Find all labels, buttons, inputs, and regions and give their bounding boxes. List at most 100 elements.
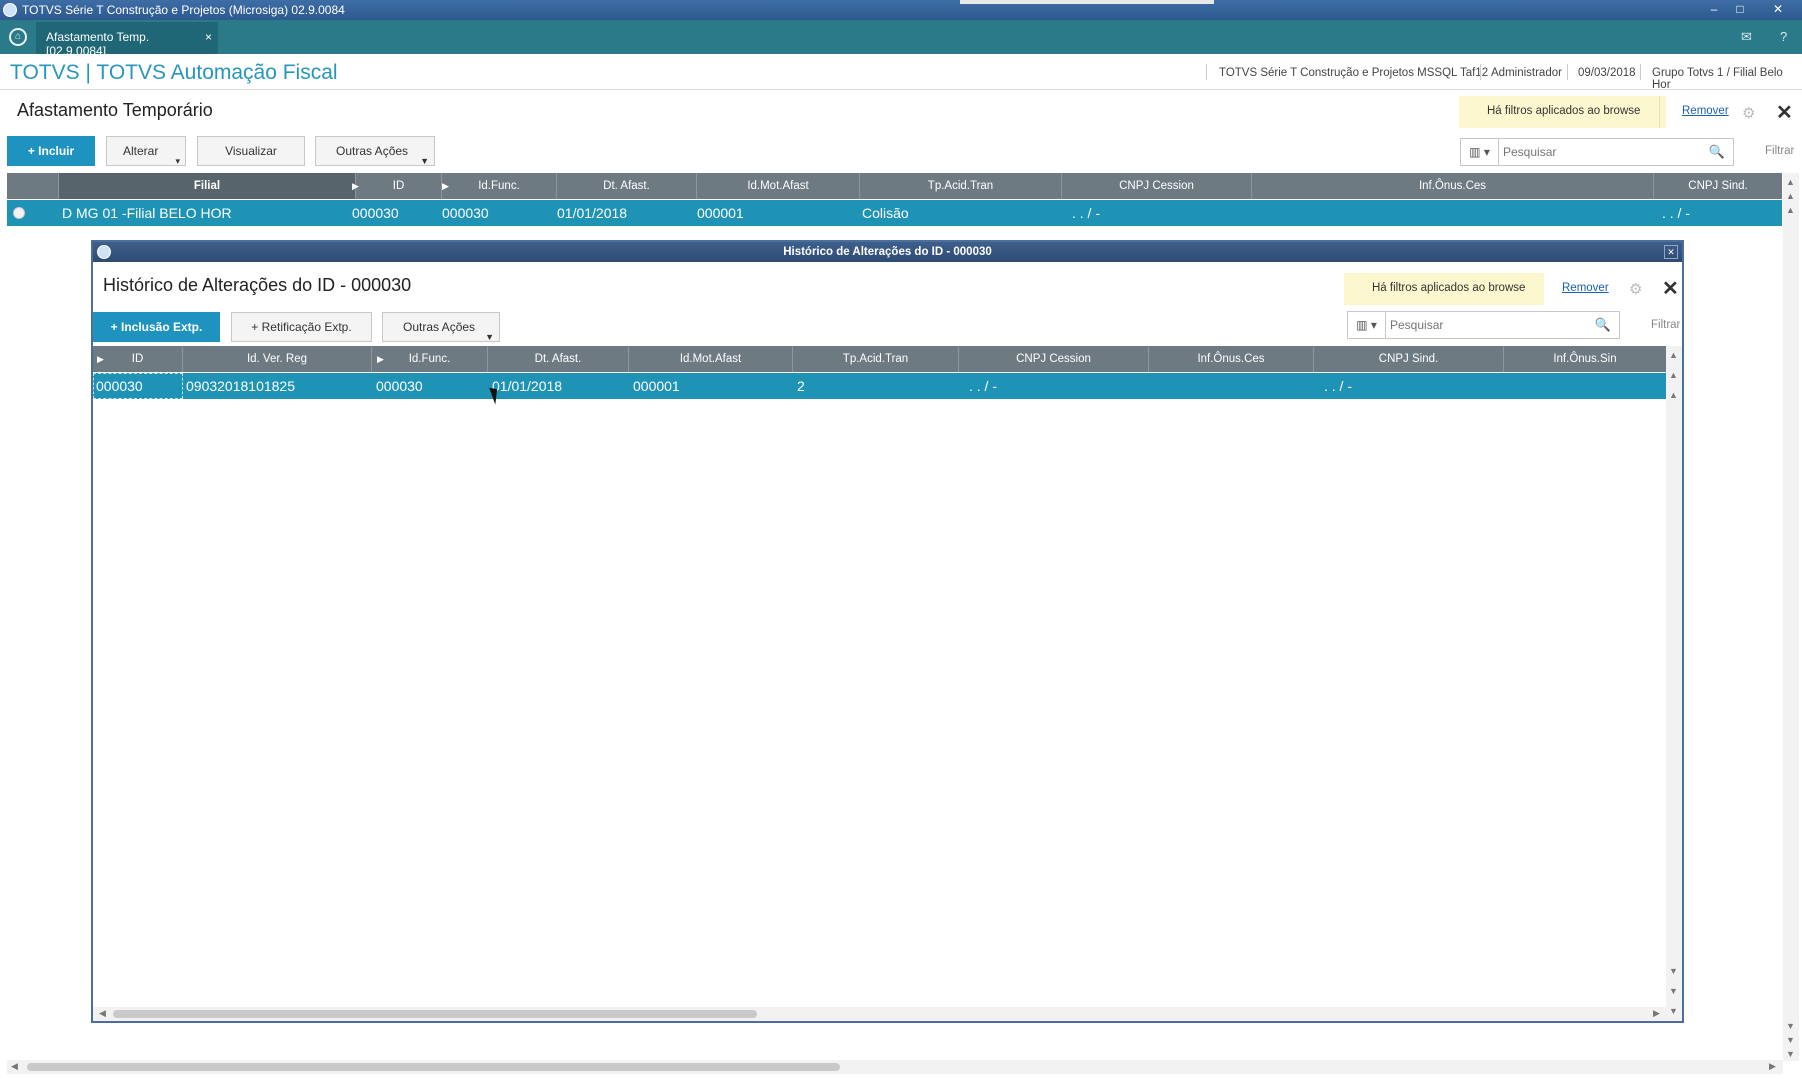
column-header-cnpj-sind[interactable]: CNPJ Sind. <box>1314 346 1504 372</box>
column-header-id[interactable]: ID <box>93 346 183 372</box>
search-input[interactable] <box>1503 143 1683 161</box>
scroll-bottom-icon[interactable]: ▼ <box>1669 1006 1678 1016</box>
table-row[interactable]: 000030 09032018101825 000030 01/01/2018 … <box>93 373 1666 399</box>
column-header-dt-afast[interactable]: Dt. Afast. <box>488 346 629 372</box>
user-info: Administrador <box>1491 67 1562 79</box>
scroll-bottom-icon[interactable]: ▼ <box>1786 1049 1795 1059</box>
mail-icon[interactable]: ✉ <box>1741 29 1752 45</box>
app-icon <box>3 3 17 17</box>
divider <box>1659 96 1660 128</box>
scroll-page-up-icon[interactable]: ▲ <box>1669 370 1678 380</box>
scroll-page-down-icon[interactable]: ▼ <box>1786 1035 1795 1045</box>
cell-id-mot-afast: 000001 <box>633 378 680 394</box>
column-header-inf-onus-sin[interactable]: Inf.Ônus.Sin <box>1504 346 1666 372</box>
scroll-right-icon[interactable]: ▶ <box>1653 1008 1660 1019</box>
dialog-horizontal-scrollbar[interactable]: ◀ ▶ <box>93 1007 1666 1021</box>
scroll-down-icon[interactable]: ▼ <box>1669 966 1678 976</box>
alter-button[interactable]: Alterar ▾ <box>106 136 186 166</box>
divider <box>1640 64 1641 80</box>
chevron-down-icon[interactable]: ▾ <box>175 147 180 175</box>
search-input[interactable] <box>1390 316 1570 334</box>
divider <box>1567 64 1568 80</box>
scroll-left-icon[interactable]: ◀ <box>99 1008 106 1019</box>
scroll-right-icon[interactable]: ▶ <box>1769 1061 1776 1072</box>
column-header-cnpj-cession[interactable]: CNPJ Cession <box>959 346 1149 372</box>
other-actions-label: Outras Ações <box>336 144 409 158</box>
column-header-filial[interactable]: Filial <box>59 173 356 199</box>
include-button[interactable]: + Incluir <box>7 136 95 166</box>
scroll-page-down-icon[interactable]: ▼ <box>1669 986 1678 996</box>
cell-id-ver-reg: 09032018101825 <box>186 378 296 394</box>
other-actions-button[interactable]: Outras Ações ▼ <box>315 136 435 166</box>
columns-icon[interactable]: ▥ ▾ <box>1461 139 1499 165</box>
cell-dt-afast: 01/01/2018 <box>492 378 563 394</box>
table-row[interactable]: D MG 01 -Filial BELO HOR 000030 000030 0… <box>7 200 1782 226</box>
column-header-tp-acid-tran[interactable]: Tp.Acid.Tran <box>860 173 1062 199</box>
remove-filter-link[interactable]: Remover <box>1682 105 1729 117</box>
scroll-up-icon[interactable]: ▲ <box>1786 205 1795 215</box>
alter-button-label: Alterar <box>123 144 159 158</box>
page-title: Afastamento Temporário <box>17 100 213 120</box>
maximize-icon[interactable]: □ <box>1728 1 1752 17</box>
window-title-bar: TOTVS Série T Construção e Projetos (Mic… <box>0 0 1802 20</box>
cell-cnpj-sind: . . / - <box>1662 205 1690 221</box>
scroll-left-icon[interactable]: ◀ <box>11 1061 18 1072</box>
brand-title: TOTVS | TOTVS Automação Fiscal <box>10 61 338 84</box>
column-header-cnpj-sind[interactable]: CNPJ Sind. <box>1654 173 1782 199</box>
row-select-radio[interactable] <box>13 207 25 219</box>
column-header-id-func[interactable]: Id.Func. <box>442 173 557 199</box>
tab-close-icon[interactable]: × <box>205 30 212 44</box>
cell-cnpj-sind: . . / - <box>1324 378 1352 394</box>
scroll-page-up-icon[interactable]: ▲ <box>1786 191 1795 201</box>
dialog-vertical-scrollbar[interactable]: ▲ ▲ ▲ ▼ ▼ ▼ <box>1666 346 1682 1021</box>
column-header-id-mot-afast[interactable]: Id.Mot.Afast <box>697 173 860 199</box>
scrollbar-thumb[interactable] <box>27 1063 840 1071</box>
close-view-icon[interactable]: ✕ <box>1776 100 1793 125</box>
help-icon[interactable]: ? <box>1780 29 1787 44</box>
columns-icon[interactable]: ▥ ▾ <box>1348 312 1386 338</box>
dialog-close-icon[interactable]: ✕ <box>1664 245 1678 259</box>
settings-gear-icon[interactable]: ⚙ <box>1742 104 1755 122</box>
inclusion-ext-button[interactable]: + Inclusão Extp. <box>93 312 220 342</box>
scroll-up-icon[interactable]: ▲ <box>1669 390 1678 400</box>
dialog-grid-header: ▶ ID Id. Ver. Reg ▶ Id.Func. Dt. Afast. … <box>93 346 1666 372</box>
scroll-top-icon[interactable]: ▲ <box>1786 177 1795 187</box>
branch-info: Grupo Totvs 1 / Filial Belo Hor <box>1652 67 1783 91</box>
remove-filter-link[interactable]: Remover <box>1562 282 1609 294</box>
remove-filter-box: Remover <box>1666 96 1746 128</box>
search-icon[interactable]: 🔍 <box>1709 144 1725 160</box>
scroll-top-icon[interactable]: ▲ <box>1669 350 1678 360</box>
column-header-id-ver-reg[interactable]: Id. Ver. Reg <box>183 346 372 372</box>
filter-button[interactable]: Filtrar <box>1765 145 1794 157</box>
column-header-inf-onus-ces[interactable]: Inf.Ônus.Ces <box>1149 346 1314 372</box>
close-dialog-view-icon[interactable]: ✕ <box>1662 276 1679 301</box>
dialog-other-actions-button[interactable]: Outras Ações ▼ <box>382 312 500 342</box>
column-header-id-mot-afast[interactable]: Id.Mot.Afast <box>629 346 793 372</box>
column-header-select <box>7 173 59 199</box>
tab-afastamento[interactable]: Afastamento Temp. [02.9.0084] × <box>36 22 218 58</box>
view-button[interactable]: Visualizar <box>197 136 305 166</box>
column-header-cnpj-cession[interactable]: CNPJ Cession <box>1062 173 1252 199</box>
column-header-inf-onus-ces[interactable]: Inf.Ônus.Ces <box>1252 173 1654 199</box>
home-icon[interactable]: ⌂ <box>9 28 27 46</box>
rectification-ext-button[interactable]: + Retificação Extp. <box>231 312 372 342</box>
settings-gear-icon[interactable]: ⚙ <box>1629 280 1642 298</box>
search-icon[interactable]: 🔍 <box>1595 317 1611 333</box>
column-header-id[interactable]: ID <box>356 173 442 199</box>
close-window-icon[interactable]: ✕ <box>1766 1 1790 17</box>
minimize-icon[interactable]: – <box>1702 1 1726 17</box>
column-header-tp-acid-tran[interactable]: Tp.Acid.Tran <box>793 346 959 372</box>
filter-button[interactable]: Filtrar <box>1651 319 1680 331</box>
cell-id-mot-afast: 000001 <box>697 205 744 221</box>
title-bar-decoration <box>960 0 1214 4</box>
scroll-down-icon[interactable]: ▼ <box>1786 1021 1795 1031</box>
chevron-down-icon[interactable]: ▼ <box>420 147 429 175</box>
column-header-dt-afast[interactable]: Dt. Afast. <box>557 173 697 199</box>
main-horizontal-scrollbar[interactable]: ◀ ▶ <box>7 1060 1783 1074</box>
cell-filial: D MG 01 -Filial BELO HOR <box>62 205 232 221</box>
filter-notice-text: Há filtros aplicados ao browse <box>1372 282 1526 294</box>
column-header-id-func[interactable]: Id.Func. <box>372 346 488 372</box>
scrollbar-thumb[interactable] <box>113 1010 757 1018</box>
cell-tp-acid-tran: 2 <box>797 378 805 394</box>
main-vertical-scrollbar[interactable]: ▲ ▲ ▲ ▼ ▼ ▼ <box>1783 173 1799 1061</box>
